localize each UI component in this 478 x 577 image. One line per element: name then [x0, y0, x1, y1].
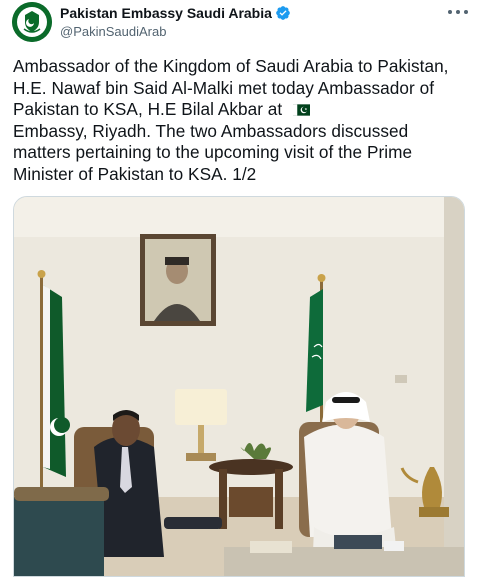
author-name-row[interactable]: Pakistan Embassy Saudi Arabia [60, 5, 291, 21]
author-handle[interactable]: @PakinSaudiArab [60, 24, 166, 39]
avatar[interactable] [12, 2, 52, 42]
tweet-text-part-1: Ambassador of the Kingdom of Saudi Arabi… [13, 56, 449, 120]
tweet-text: Ambassador of the Kingdom of Saudi Arabi… [13, 56, 468, 186]
pakistan-flag-emoji-icon [293, 104, 311, 116]
verified-badge-icon [276, 6, 290, 20]
tweet-photo-image [14, 197, 464, 576]
tweet-text-part-2: Embassy, Riyadh. The two Ambassadors dis… [13, 120, 413, 184]
tweet-photo[interactable] [13, 196, 465, 577]
tweet-card: Pakistan Embassy Saudi Arabia @PakinSaud… [0, 0, 478, 577]
embassy-emblem-icon [12, 2, 52, 42]
display-name[interactable]: Pakistan Embassy Saudi Arabia [60, 5, 272, 21]
more-options-icon[interactable] [448, 4, 468, 20]
